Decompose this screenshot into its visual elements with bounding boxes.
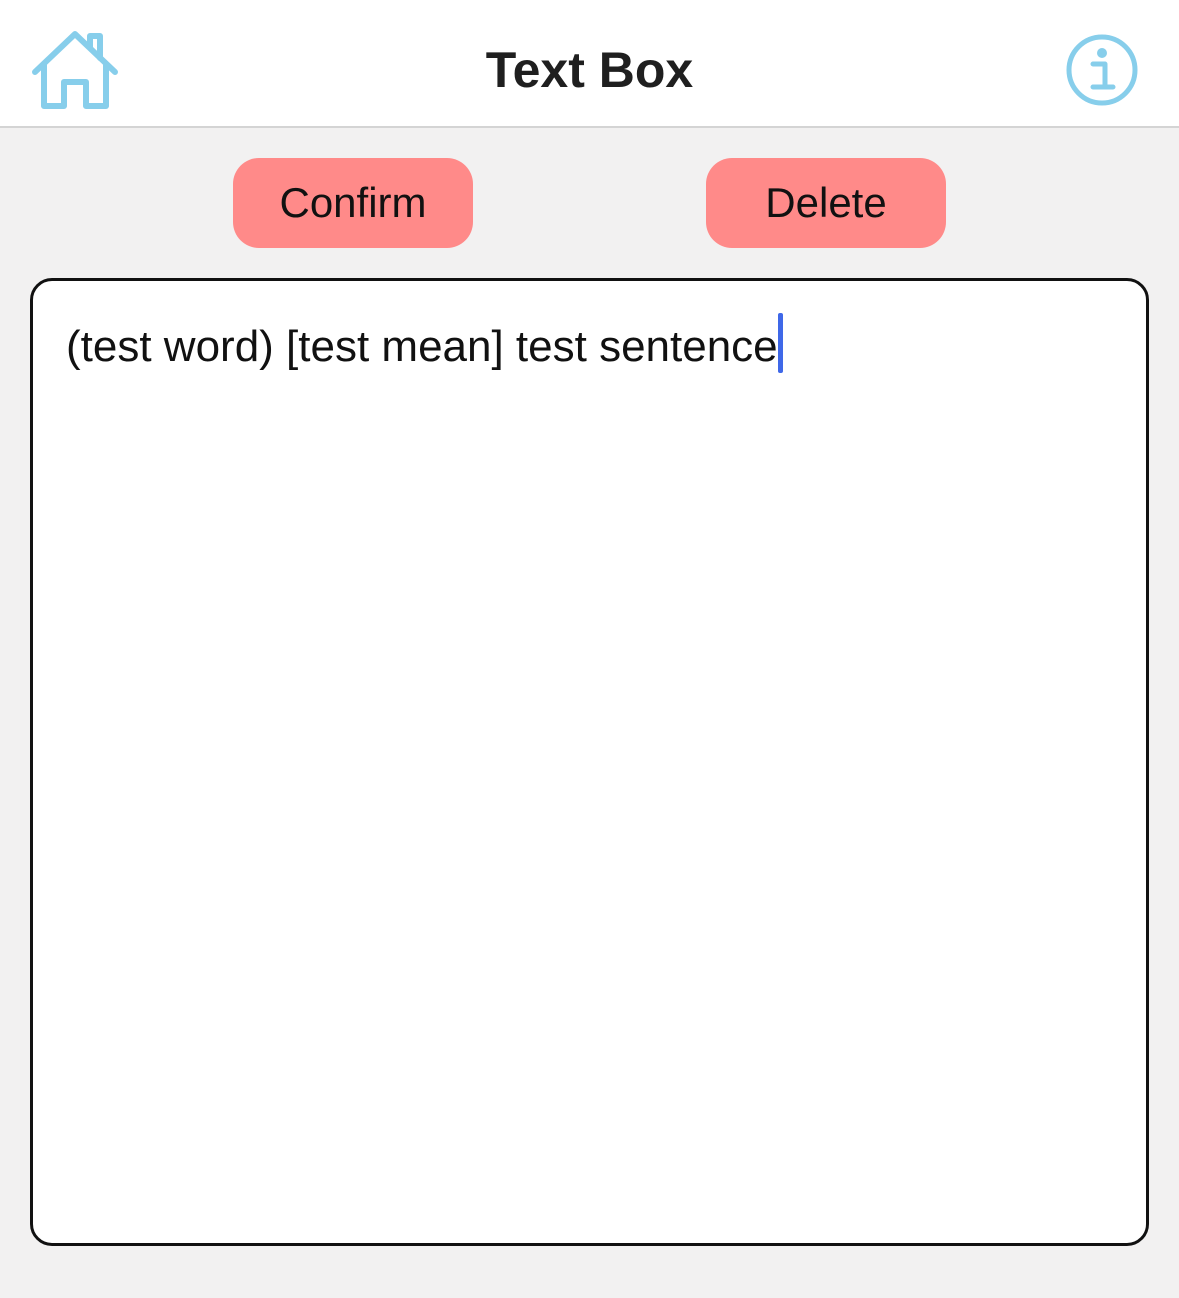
info-button[interactable] <box>1064 32 1140 108</box>
text-editor-value: (test word) [test mean] test sentence <box>66 322 778 371</box>
delete-button[interactable]: Delete <box>706 158 946 248</box>
text-editor[interactable]: (test word) [test mean] test sentence <box>30 278 1149 1246</box>
confirm-button[interactable]: Confirm <box>233 158 473 248</box>
text-editor-content: (test word) [test mean] test sentence <box>66 313 783 375</box>
text-cursor <box>777 313 783 373</box>
page-title: Text Box <box>485 42 694 98</box>
info-icon <box>1066 34 1138 106</box>
navigation-bar: Text Box <box>0 0 1179 128</box>
